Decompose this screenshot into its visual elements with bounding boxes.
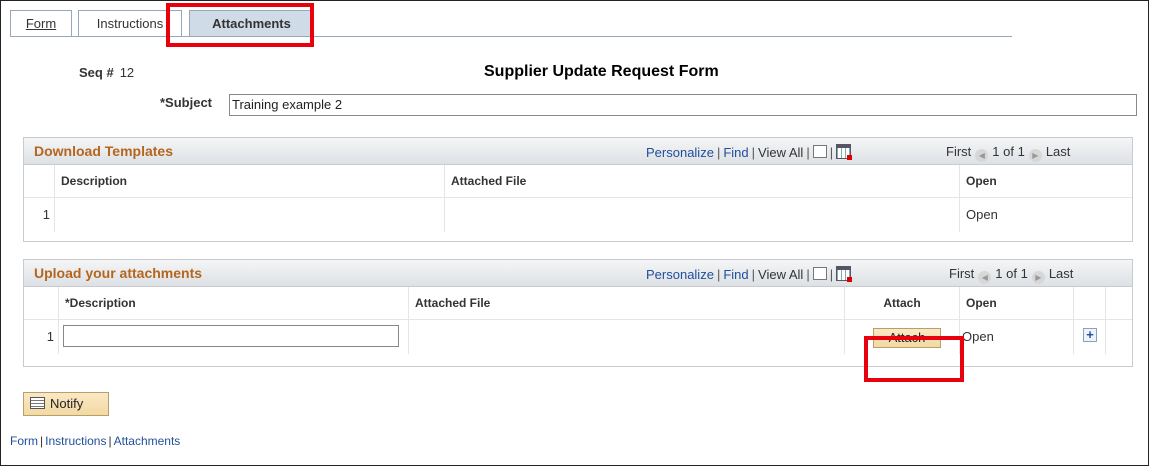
range-text: 1 of 1 <box>992 144 1025 159</box>
last-link[interactable]: Last <box>1046 144 1071 159</box>
column-header: Attach <box>844 287 959 319</box>
download-excel-icon[interactable] <box>836 266 853 282</box>
first-link[interactable]: First <box>946 144 971 159</box>
footer-link-instructions[interactable]: Instructions <box>45 434 106 448</box>
seq-value: 12 <box>119 65 135 80</box>
subject-field[interactable]: Training example 2 <box>229 94 1137 116</box>
attached-file-cell <box>408 320 844 354</box>
download-templates-header: Download Templates Personalize | Find | View… <box>24 138 1132 165</box>
find-link[interactable]: Find <box>723 267 748 282</box>
find-link[interactable]: Find <box>723 145 748 160</box>
first-arrow-icon[interactable]: ◀ <box>978 271 992 284</box>
open-link[interactable]: Open <box>959 198 1132 232</box>
zoom-grid-icon[interactable] <box>812 145 827 158</box>
notify-label: Notify <box>50 396 84 411</box>
notify-icon <box>30 397 45 409</box>
tab-divider <box>10 36 1012 37</box>
add-row-icon[interactable]: + <box>1083 328 1097 342</box>
subject-label: *Subject <box>160 95 213 110</box>
column-header: Open <box>959 287 1073 319</box>
description-cell <box>54 198 444 232</box>
personalize-link[interactable]: Personalize <box>646 145 714 160</box>
attached-file-cell <box>444 198 959 232</box>
add-row-column <box>1073 287 1105 319</box>
row-number-column <box>24 287 58 319</box>
last-arrow-icon[interactable]: ▶ <box>1031 271 1045 284</box>
spacer-cell <box>1105 320 1132 354</box>
upload-attachments-columns: *Description Attached File Attach Open <box>24 287 1132 320</box>
tab-form[interactable]: Form <box>10 10 72 37</box>
first-link[interactable]: First <box>949 266 974 281</box>
tab-form-label: Form <box>25 16 57 31</box>
download-templates-pager: First ◀ 1 of 1 ▶ Last <box>946 144 1070 162</box>
personalize-link[interactable]: Personalize <box>646 267 714 282</box>
upload-attachments-nav: Personalize | Find | View All | | <box>646 266 853 282</box>
download-templates-grid: Download Templates Personalize | Find | View… <box>23 137 1133 242</box>
open-link[interactable]: Open <box>959 320 1073 354</box>
download-templates-nav: Personalize | Find | View All | | <box>646 144 853 160</box>
row-number: 1 <box>46 329 54 344</box>
range-text: 1 of 1 <box>995 266 1028 281</box>
last-arrow-icon[interactable]: ▶ <box>1028 149 1042 162</box>
footer-link-attachments[interactable]: Attachments <box>114 434 181 448</box>
column-header: Attached File <box>444 165 959 197</box>
row-number-column <box>24 165 54 197</box>
zoom-grid-icon[interactable] <box>812 267 827 280</box>
view-all-link[interactable]: View All <box>758 267 803 282</box>
highlight-attachments-tab <box>166 3 314 47</box>
table-row: 1 Attach Open + <box>24 320 1132 354</box>
footer-links: Form | Instructions | Attachments <box>10 434 181 448</box>
download-templates-title: Download Templates <box>34 143 173 159</box>
seq-number: Seq # 12 <box>79 65 134 80</box>
notify-button[interactable]: Notify <box>23 392 109 416</box>
row-number: 1 <box>42 207 50 222</box>
description-cell <box>58 320 408 354</box>
column-header: Description <box>54 165 444 197</box>
download-templates-columns: Description Attached File Open <box>24 165 1132 198</box>
view-all-link[interactable]: View All <box>758 145 803 160</box>
tab-instructions-label: Instructions <box>96 16 164 31</box>
column-header: Attached File <box>408 287 844 319</box>
description-input[interactable] <box>63 325 399 347</box>
upload-attachments-title: Upload your attachments <box>34 265 203 281</box>
first-arrow-icon[interactable]: ◀ <box>975 149 989 162</box>
download-excel-icon[interactable] <box>836 144 853 160</box>
highlight-attach-button <box>864 336 964 382</box>
upload-attachments-header: Upload your attachments Personalize | Find… <box>24 260 1132 287</box>
spacer-column <box>1105 287 1132 319</box>
seq-label: Seq # <box>79 65 114 80</box>
upload-attachments-grid: Upload your attachments Personalize | Find… <box>23 259 1133 367</box>
add-row-cell: + <box>1073 320 1105 354</box>
page-title: Supplier Update Request Form <box>484 63 719 80</box>
last-link[interactable]: Last <box>1049 266 1074 281</box>
column-header: Open <box>959 165 1132 197</box>
table-row: 1 Open <box>24 198 1132 232</box>
footer-link-form[interactable]: Form <box>10 434 38 448</box>
upload-attachments-pager: First ◀ 1 of 1 ▶ Last <box>949 266 1073 284</box>
column-header: *Description <box>58 287 408 319</box>
